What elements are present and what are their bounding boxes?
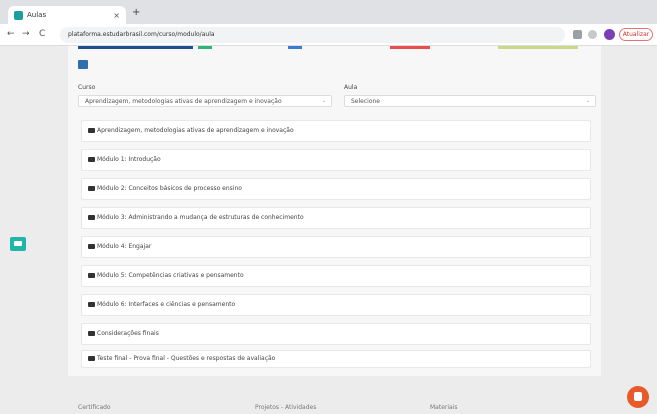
module-item[interactable]: Módulo 6: Interfaces e ciências e pensam… [81, 294, 591, 316]
folder-icon [88, 273, 95, 278]
module-item-label: Teste final - Prova final - Questões e r… [97, 355, 276, 362]
module-item-label: Módulo 6: Interfaces e ciências e pensam… [97, 301, 236, 308]
course-content-panel: Curso Aprendizagem, metodologias ativas … [68, 46, 601, 376]
browser-toolbar: ← → C plataforma.estudarbrasil.com/curso… [0, 24, 657, 46]
folder-icon [88, 186, 95, 191]
module-item[interactable]: Módulo 4: Engajar [81, 236, 591, 258]
address-bar[interactable]: plataforma.estudarbrasil.com/curso/modul… [60, 27, 565, 43]
browser-tab-strip: Aulas × + [0, 0, 657, 24]
course-select-value: Aprendizagem, metodologias ativas de apr… [85, 98, 282, 105]
folder-icon [88, 215, 95, 220]
reload-icon[interactable]: C [39, 29, 45, 39]
tab-title: Aulas [27, 11, 47, 19]
progress-bar-segment [78, 46, 193, 49]
progress-bar-segment [498, 46, 578, 49]
module-item[interactable]: Aprendizagem, metodologias ativas de apr… [81, 120, 591, 142]
folder-icon [88, 302, 95, 307]
course-label: Curso [78, 84, 96, 91]
course-select[interactable]: Aprendizagem, metodologias ativas de apr… [78, 95, 332, 107]
folder-icon [88, 128, 95, 133]
footer-link[interactable]: Certificado [78, 404, 111, 411]
module-item-label: Considerações finais [97, 330, 159, 337]
lesson-select-value: Selecione [351, 98, 380, 105]
module-item-label: Módulo 4: Engajar [97, 243, 152, 250]
profile-avatar[interactable] [604, 29, 615, 40]
footer-link[interactable]: Projetos - Atividades [255, 404, 316, 411]
site-favicon-icon [14, 10, 23, 20]
folder-icon [88, 244, 95, 249]
new-tab-button[interactable]: + [132, 7, 140, 18]
module-item[interactable]: Módulo 5: Competências criativas e pensa… [81, 265, 591, 287]
menu-toggle-icon[interactable] [78, 60, 88, 69]
module-item[interactable]: Módulo 1: Introdução [81, 149, 591, 171]
back-arrow-icon[interactable]: ← [7, 29, 15, 39]
chat-support-icon[interactable] [627, 386, 649, 408]
module-item-label: Aprendizagem, metodologias ativas de apr… [97, 127, 294, 134]
footer-link[interactable]: Materiais [430, 404, 458, 411]
progress-bar-segment [198, 46, 212, 49]
browser-tab[interactable]: Aulas × [8, 6, 126, 24]
module-item[interactable]: Módulo 3: Administrando a mudança de est… [81, 207, 591, 229]
module-item-label: Módulo 2: Conceitos básicos de processo … [97, 185, 242, 192]
module-item-label: Módulo 5: Competências criativas e pensa… [97, 272, 244, 279]
module-item-label: Módulo 3: Administrando a mudança de est… [97, 214, 304, 221]
extension-icon[interactable] [573, 30, 582, 39]
module-item-label: Módulo 1: Introdução [97, 156, 161, 163]
bookmark-icon[interactable] [588, 30, 597, 39]
document-icon [88, 356, 95, 361]
lesson-label: Aula [344, 84, 358, 91]
progress-bar-segment [288, 46, 302, 49]
chevron-down-icon: ⌄ [321, 98, 326, 104]
tab-close-icon[interactable]: × [113, 11, 120, 20]
chat-sidebar-icon[interactable] [10, 237, 26, 251]
page-body: Curso Aprendizagem, metodologias ativas … [0, 46, 657, 414]
module-item[interactable]: Teste final - Prova final - Questões e r… [81, 350, 591, 368]
chevron-down-icon: ⌄ [585, 98, 590, 104]
module-item[interactable]: Considerações finais [81, 323, 591, 345]
address-url-text: plataforma.estudarbrasil.com/curso/modul… [68, 31, 215, 38]
lesson-select[interactable]: Selecione ⌄ [344, 95, 596, 107]
update-button[interactable]: Atualizar [619, 28, 653, 41]
module-item[interactable]: Módulo 2: Conceitos básicos de processo … [81, 178, 591, 200]
folder-icon [88, 331, 95, 336]
folder-icon [88, 157, 95, 162]
forward-arrow-icon[interactable]: → [22, 29, 30, 39]
progress-bar-segment [390, 46, 430, 49]
